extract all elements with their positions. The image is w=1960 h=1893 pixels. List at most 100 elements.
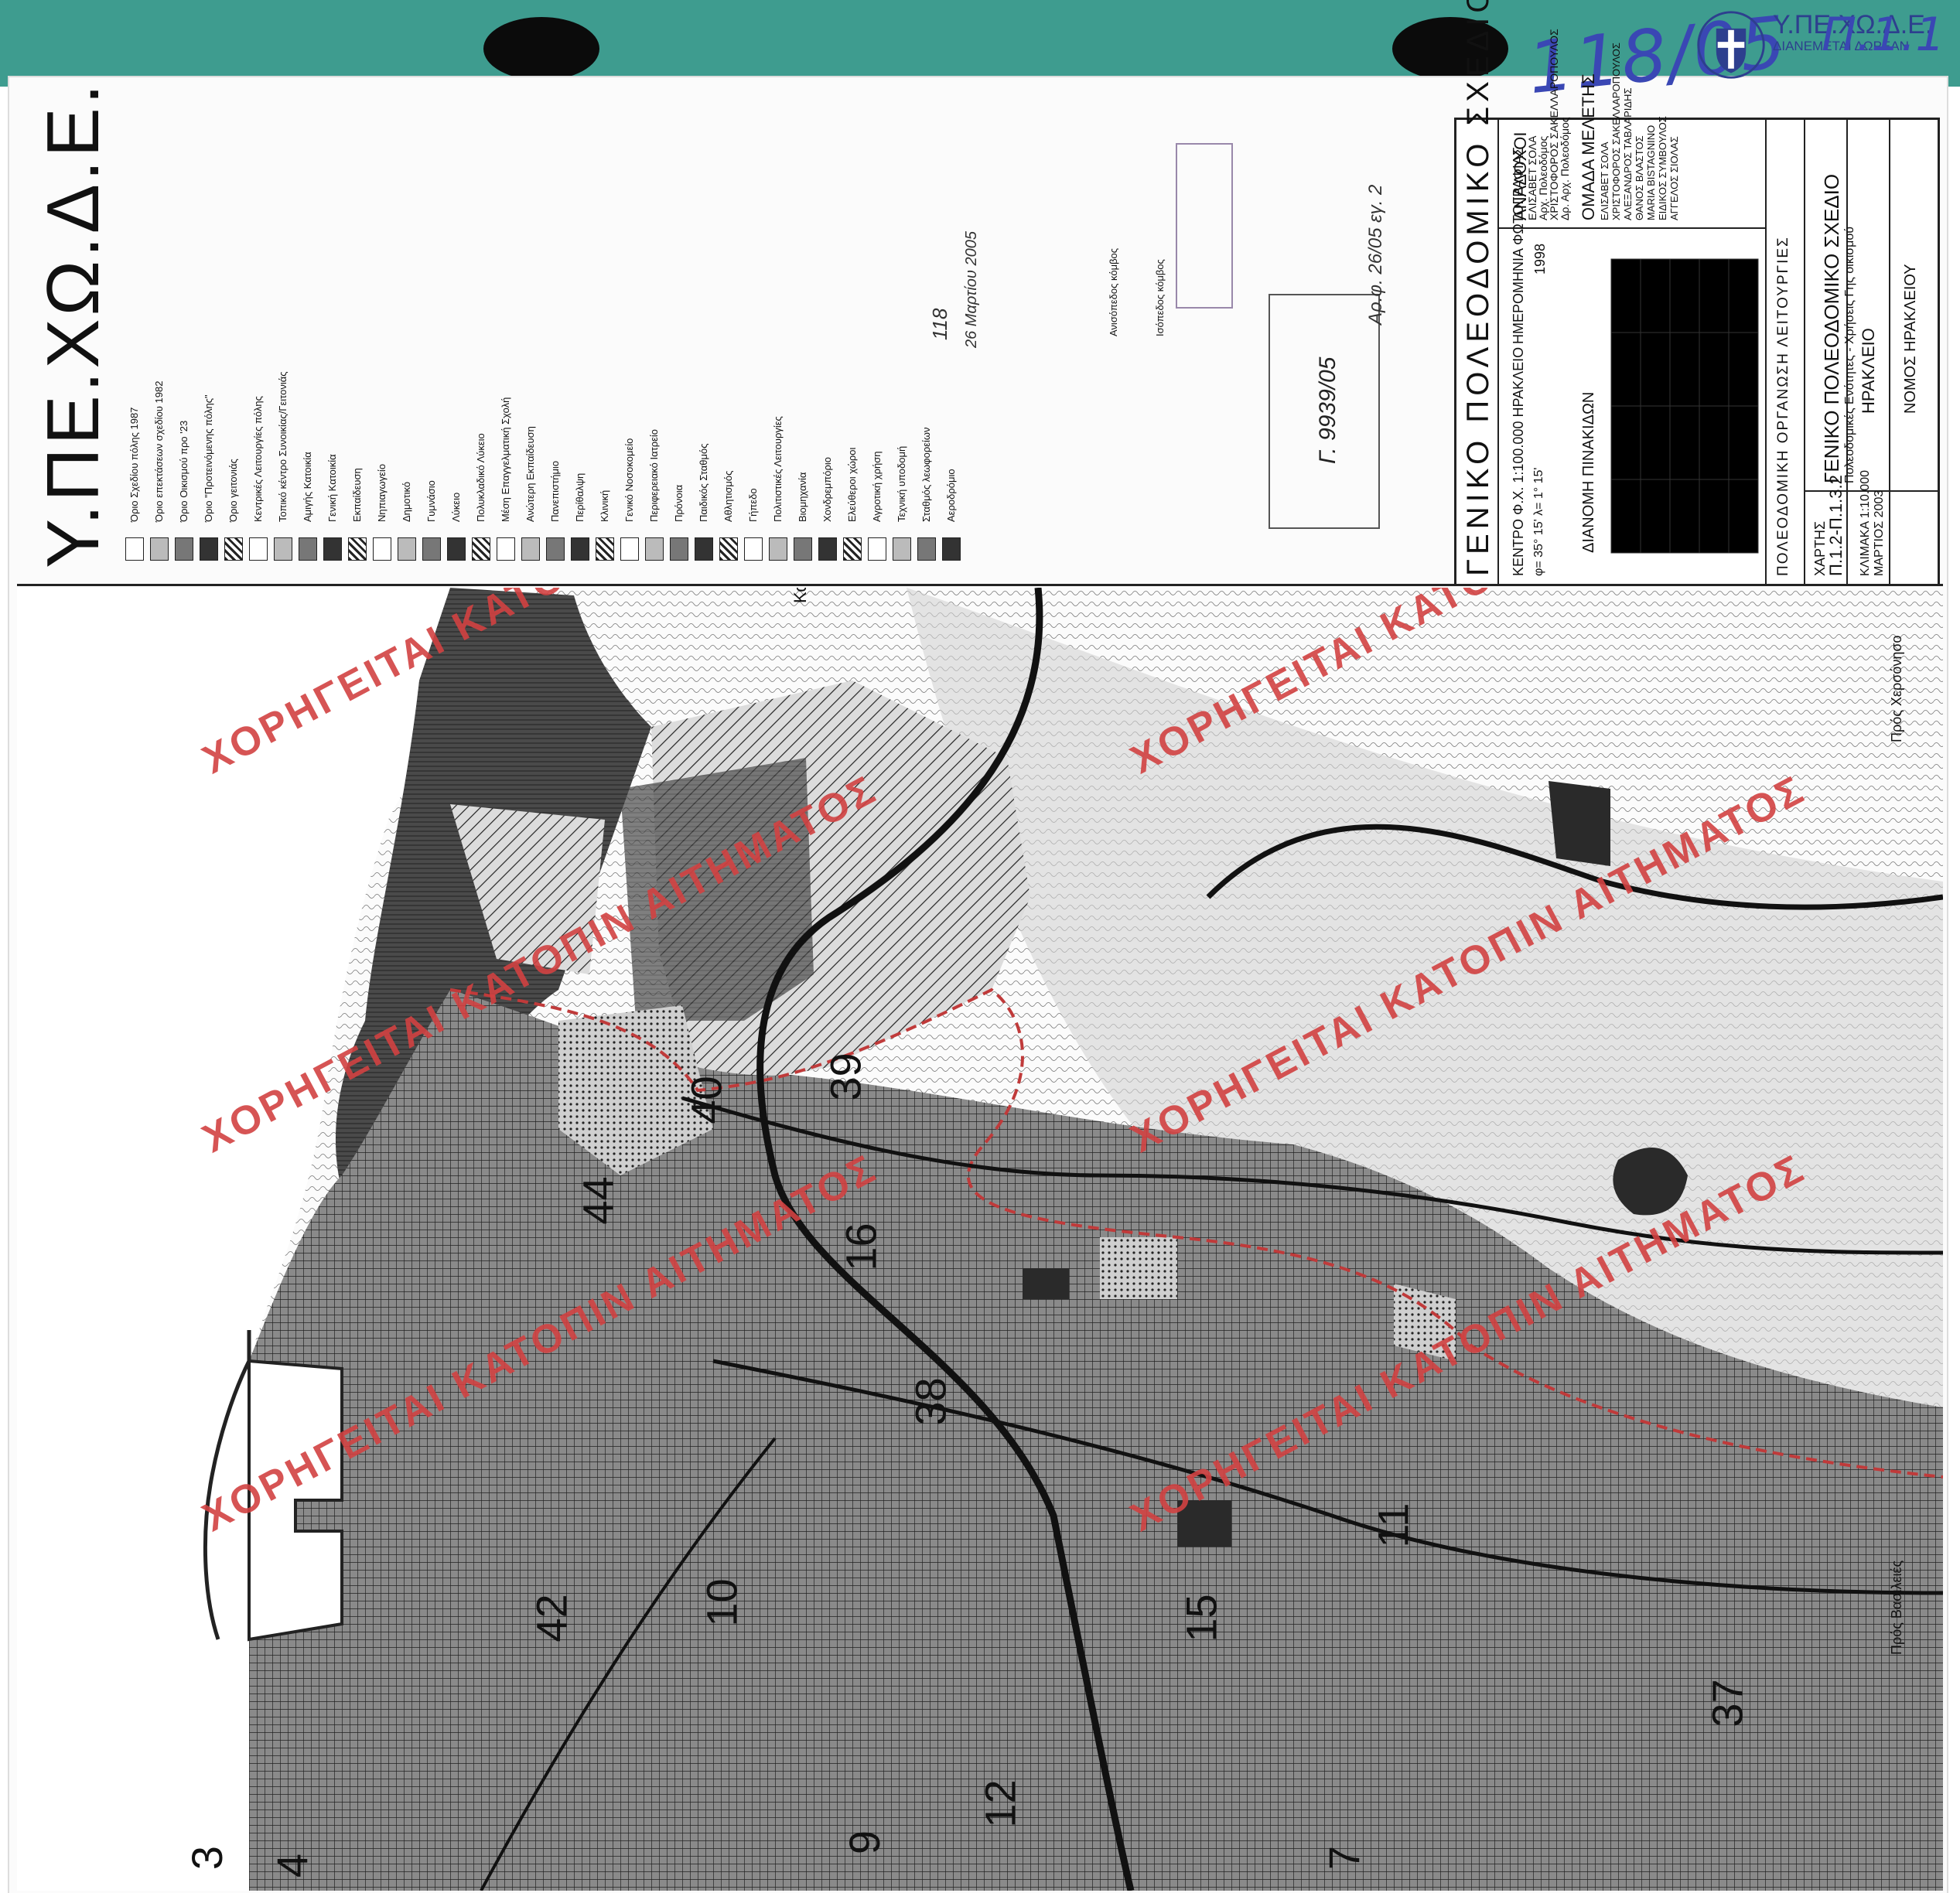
zone-number: 7 <box>1320 1845 1369 1871</box>
scanned-map-page: 118/05 Υ.ΠΕ.ΧΩ.Δ.Ε. ΔΙΑΝΕΜΕΤΑΙ ΔΩΡΕΑΝ Π.… <box>0 0 1960 1893</box>
legend-item-label: Όριο "Προτεινόμενης πόλης" <box>203 394 214 522</box>
map-title: ΓΕΝΙΚΟ ΠΟΛΕΟΔΟΜΙΚΟ ΣΧΕΔΙΟ <box>1820 173 1843 483</box>
legend-swatch <box>620 537 639 561</box>
zone-number: 38 <box>906 1377 955 1426</box>
legend-item-label: Γήπεδο <box>747 488 759 522</box>
legend-item-label: Όριο Οικισμού προ '23 <box>178 420 190 522</box>
legend-item-label: Αγροτική χρήση <box>871 451 883 522</box>
zone-number: 37 <box>1702 1679 1752 1728</box>
legend-swatch <box>422 537 441 561</box>
team-heading: ΟΜΑΔΑ ΜΕΛΕΤΗΣ <box>1579 73 1598 220</box>
legend-swatch <box>571 537 589 561</box>
legend-swatch <box>917 537 936 561</box>
zone-number: 16 <box>836 1223 886 1271</box>
legend-swatch <box>398 537 416 561</box>
zone-number: 12 <box>975 1779 1025 1828</box>
legend-item-label: Πολυκλαδικό Λύκειο <box>475 433 487 522</box>
legend-swatch <box>893 537 911 561</box>
place-label-chersonisos: Πρός Χερσόνησο <box>1889 635 1904 742</box>
legend-item-label: Ελεύθεροι χώροι <box>846 447 858 522</box>
zone-number: 44 <box>573 1176 623 1225</box>
legend-item-label: Περίθαλψη <box>574 472 586 522</box>
legend-swatch <box>249 537 268 561</box>
legend-item-label: Αεροδρόμιο <box>945 469 957 522</box>
legend-swatch <box>794 537 812 561</box>
legend-swatch <box>125 537 144 561</box>
photo-year: 1998 <box>1532 243 1548 275</box>
legend-item-label: Δημοτικό <box>401 481 412 522</box>
legend-item-label: Γενικό Νοσοκομείο <box>623 438 635 522</box>
place-label-karteros: Καρτερός <box>790 588 811 603</box>
greek-emblem-icon <box>1697 11 1765 79</box>
prefecture-label: ΝΟΜΟΣ ΗΡΑΚΛΕΙΟΥ <box>1902 264 1919 414</box>
legend-swatch <box>868 537 886 561</box>
legend-item-label: Τεχνική υποδομή <box>896 445 907 522</box>
legend-swatch <box>670 537 688 561</box>
legend-swatch <box>596 537 614 561</box>
zone-number: 9 <box>840 1830 890 1855</box>
zone-number: 42 <box>527 1594 576 1642</box>
legend-item-label: Μέση Επαγγελματική Σχολή <box>500 397 511 522</box>
legend-item-label: Όριο γειτονιάς <box>227 459 239 522</box>
team-entry: ΕΙΔΙΚΟΣ ΣΥΜΒΟΥΛΟΣ <box>1657 116 1668 220</box>
map-code: Π.1.2-Π.1.3.2 <box>1826 475 1846 576</box>
zone-number: 10 <box>697 1578 746 1627</box>
map-subtitle: Πολεοδομικές Ενότητες - Χρήσεις Γης οικι… <box>1843 227 1856 483</box>
plan-title: ΓΕΝΙΚΟ ΠΟΛΕΟΔΟΜΙΚΟ ΣΧΕΔΙΟ <box>1461 0 1495 576</box>
title-block: ΓΕΝΙΚΟ ΠΟΛΕΟΔΟΜΙΚΟ ΣΧΕΔΙΟ ΚΕΝΤΡΟ Φ.Χ. 1:… <box>1454 0 1940 586</box>
legend-item-label: Γυμνάσιο <box>425 480 437 522</box>
legend-swatch <box>472 537 490 561</box>
contractors-entry: Δρ. Αρχ. Πολεοδόμος <box>1559 117 1571 220</box>
place-label-vasileies: Πρός Βασιλειές <box>1889 1560 1904 1655</box>
legend-swatch <box>695 537 713 561</box>
legend-item-label: Κλινική <box>599 489 610 522</box>
legend-item-label: Περιφερειακό Ιατρείο <box>648 428 660 522</box>
legend-item-label: Εκπαίδευση <box>351 468 363 522</box>
date-note: 26 Μαρτίου 2005 <box>963 231 980 348</box>
legend-ministry-title: Υ.ΠΕ.ΧΩ.Δ.Ε. <box>32 80 114 568</box>
legend-item-label: Αθλητισμός <box>722 470 734 522</box>
legend-swatch <box>843 537 862 561</box>
legend-item-label: Κεντρικές Λειτουργίες πόλης <box>252 396 264 522</box>
center-label: ΚΕΝΤΡΟ Φ.Χ. 1:100.000 ΗΡΑΚΛΕΙΟ <box>1511 346 1526 576</box>
legend-swatch <box>719 537 738 561</box>
zone-number: 39 <box>821 1052 870 1101</box>
legend-item-label: Γενική Κατοικία <box>326 454 338 522</box>
legend-swatch <box>942 537 961 561</box>
junction-label: Ανισόπεδος κόμβος <box>1108 247 1119 336</box>
legend-swatch <box>224 537 243 561</box>
legend-item-label: Χονδρεμπόριο <box>821 456 833 522</box>
sheet-index-heading: ΔΙΑΝΟΜΗ ΠΙΝΑΚΙΔΩΝ <box>1580 391 1597 553</box>
legend-item-label: Σταθμός λεωφορείων <box>920 427 932 522</box>
legend-item-label: Πολιτιστικές Λειτουργίες <box>772 416 784 522</box>
team-entry: ΘΑΝΟΣ ΒΛΑΣΤΟΣ <box>1634 135 1645 220</box>
zone-number: 11 <box>1368 1502 1418 1548</box>
legend-swatch <box>521 537 540 561</box>
land-use-map: 44403916381537129437421011 Καρτερός Πρός… <box>17 588 1943 1891</box>
organization-label: ΠΟΛΕΟΔΟΜΙΚΗ ΟΡΓΑΝΩΣΗ ΛΕΙΤΟΥΡΓΙΕΣ <box>1775 236 1791 576</box>
legend-item-label: Λύκειο <box>450 492 462 522</box>
legend-item-label: Ανώτερη Εκπαίδευση <box>524 426 536 522</box>
team-entry: MARIA BISTAGNINO <box>1645 124 1657 220</box>
legend-swatch <box>645 537 664 561</box>
junction-label: Ισόπεδος κόμβος <box>1154 259 1166 336</box>
date-label: ΜΑΡΤΙΟΣ 2003 <box>1873 489 1886 576</box>
legend-swatch <box>299 537 317 561</box>
city-label: ΗΡΑΚΛΕΙΟ <box>1859 328 1878 414</box>
team-entry: ΕΛΙΣΑΒΕΤ ΣΟΛΑ <box>1599 142 1610 220</box>
zone-number: 40 <box>681 1076 731 1124</box>
legend-swatch <box>373 537 391 561</box>
legend-item-label: Όριο επεκτάσεων σχεδίου 1982 <box>153 380 165 522</box>
receipt-note: Αρ.φ. 26/05 εγ. 2 <box>1365 184 1386 325</box>
number-note: 118 <box>928 308 951 340</box>
legend-swatch <box>200 537 218 561</box>
handwritten-code: Π.1.1 <box>1822 8 1945 62</box>
coords-label: φ= 35° 15' λ= 1° 15' <box>1532 467 1545 576</box>
zone-number: 15 <box>1176 1594 1226 1642</box>
legend-swatch <box>769 537 787 561</box>
zone-number: 3 <box>183 1845 232 1871</box>
legend-swatch <box>818 537 837 561</box>
legend-item-label: Τοπικό κέντρο Συνοικίας/Γειτονιάς <box>277 371 289 522</box>
team-entry: ΧΡΙΣΤΟΦΟΡΟΣ ΣΑΚΕΛΛΑΡΟΠΟΥΛΟΣ <box>1610 43 1622 220</box>
legend-swatch <box>447 537 466 561</box>
